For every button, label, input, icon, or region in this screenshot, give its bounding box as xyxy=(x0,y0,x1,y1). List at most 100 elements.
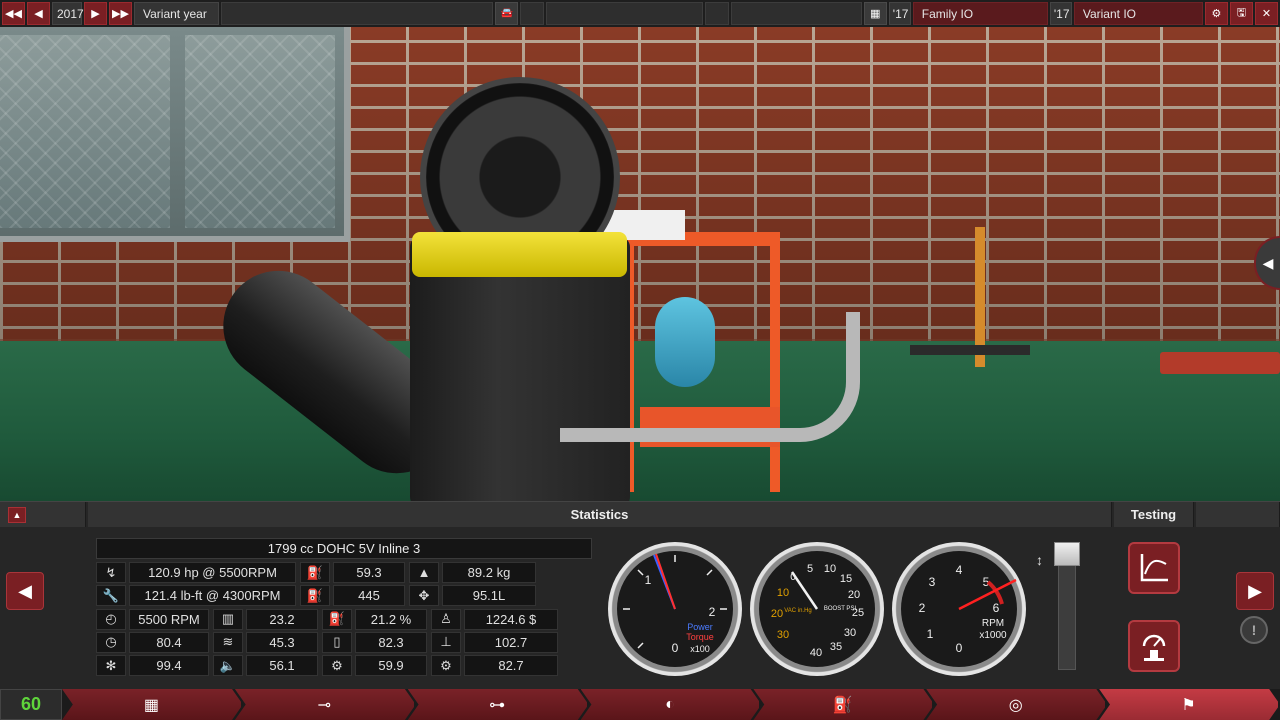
collapse-panel-button[interactable]: ▲ xyxy=(8,507,26,523)
radiator-icon: ▥ xyxy=(213,608,243,630)
engine-viewport[interactable] xyxy=(0,27,1280,501)
production-value: 102.7 xyxy=(464,631,558,653)
weight-value: 89.2 kg xyxy=(442,562,536,583)
rpm-tick: 1 xyxy=(927,627,934,641)
cost-icon: ♙ xyxy=(431,608,461,630)
engineering-value: 82.7 xyxy=(464,655,558,677)
red-cart xyxy=(1160,352,1280,374)
responsiveness-value: 80.4 xyxy=(129,631,209,653)
tab-aspiration[interactable]: ◐ xyxy=(580,689,762,720)
rpm-unit: x1000 xyxy=(979,630,1007,641)
vac-tick: 10 xyxy=(777,587,789,599)
car-icon-button[interactable]: 🚘 xyxy=(495,2,519,25)
valve-cover xyxy=(412,232,627,277)
tab-block[interactable]: ▦ xyxy=(62,689,243,720)
year-field[interactable]: 2017 xyxy=(52,2,84,25)
skip-forward-icon: ▶▶ xyxy=(112,8,129,20)
stat-row: ↯ 120.9 hp @ 5500RPM ⛽ 59.3 ▲ 89.2 kg xyxy=(96,562,592,583)
gear-icon: ⚙ xyxy=(1211,8,1222,20)
cost-value: 1224.6 $ xyxy=(464,608,558,630)
window-pane xyxy=(185,35,335,228)
gauge-stand-icon xyxy=(1142,634,1166,661)
stat-row: ◷ 80.4 ≋ 45.3 ▯ 82.3 ⊥ 102.7 xyxy=(96,631,592,653)
unit-label: x100 xyxy=(690,644,710,654)
boost-tick: 10 xyxy=(824,563,836,575)
anvil-icon: ⊥ xyxy=(431,631,461,653)
emissions-icon: ≋ xyxy=(213,631,243,653)
variant-name-field[interactable]: Variant IO xyxy=(1073,2,1203,25)
car-icon: 🚘 xyxy=(500,8,514,19)
power-label: Power xyxy=(687,622,713,632)
prev-year-button[interactable]: ◀ xyxy=(27,2,50,25)
engine-icon: ▦ xyxy=(870,8,881,20)
chevron-up-icon: ▲ xyxy=(12,510,22,520)
vac-tick: 30 xyxy=(777,629,789,641)
gears-icon: ⚙ xyxy=(431,655,461,677)
torque-value: 121.4 lb-ft @ 4300RPM xyxy=(129,585,296,607)
family-year: '17 xyxy=(888,2,911,25)
settings-button[interactable]: ⚙ xyxy=(1204,2,1228,25)
right-header xyxy=(1196,502,1280,527)
save-button[interactable]: 🖫 xyxy=(1229,2,1253,25)
emissions-value: 45.3 xyxy=(246,631,318,653)
rpm-tick: 2 xyxy=(919,601,926,615)
empty-slot xyxy=(520,2,545,25)
tick-label: 0 xyxy=(672,641,679,655)
tab-fuel[interactable]: ⛽ xyxy=(753,689,935,720)
variant-year-short: '17 xyxy=(1049,2,1072,25)
rpm-tick: 4 xyxy=(956,563,963,577)
resize-cursor-icon: ↕ xyxy=(1036,552,1043,568)
power-icon: ↯ xyxy=(96,562,126,583)
empty-field xyxy=(546,2,703,25)
chevron-left-icon: ◀ xyxy=(1262,254,1274,271)
boost-tick: 30 xyxy=(844,627,856,639)
game-screen: ◀ ◀◀ ◀ 2017 ▶ ▶▶ Variant year 🚘 ▦ '17 Fa… xyxy=(0,0,1280,720)
reliability-value: 99.4 xyxy=(129,655,209,677)
rpm-label: RPM xyxy=(982,618,1004,629)
next-year-button[interactable]: ▶ xyxy=(84,2,107,25)
prev-section-button[interactable]: ◀ xyxy=(6,572,44,610)
cooling-value: 23.2 xyxy=(246,608,318,630)
first-year-button[interactable]: ◀◀ xyxy=(2,2,25,25)
close-button[interactable]: ✕ xyxy=(1254,2,1278,25)
dyno-test-button[interactable] xyxy=(1128,620,1180,672)
tab-testing[interactable]: ⚑ xyxy=(1099,689,1280,720)
rpm-icon: ◴ xyxy=(96,608,126,630)
chevron-right-icon: ▶ xyxy=(1248,580,1262,601)
last-year-button[interactable]: ▶▶ xyxy=(109,2,132,25)
graph-icon xyxy=(1140,554,1168,582)
tab-top-end[interactable]: ⊶ xyxy=(407,689,589,720)
fps-value: 60 xyxy=(20,694,42,714)
camshaft-icon: ⊶ xyxy=(489,696,506,714)
tick-label: 1 xyxy=(645,573,652,587)
boost-label: BOOST PSI xyxy=(824,606,857,612)
skip-back-icon: ◀◀ xyxy=(5,8,22,20)
engine-list-button[interactable]: ▦ xyxy=(863,2,887,25)
weight-icon: ▲ xyxy=(409,562,439,583)
vac-label: VAC in.Hg xyxy=(784,608,812,614)
close-icon: ✕ xyxy=(1261,8,1272,20)
boost-vacuum-gauge: 10 20 30 VAC in.Hg 0 5 10 15 20 25 30 35… xyxy=(750,542,884,676)
power-torque-gauge: 0 1 2 Power Torque x100 xyxy=(608,542,742,676)
noise-value: 56.1 xyxy=(246,655,318,677)
snowflake-icon: ✻ xyxy=(96,655,126,677)
rpm-gauge: 0 1 2 3 4 5 6 RPM x1000 xyxy=(892,542,1026,676)
next-section-button[interactable]: ▶ xyxy=(1236,572,1274,610)
family-name-field[interactable]: Family IO xyxy=(912,2,1048,25)
info-icon[interactable]: ! xyxy=(1240,616,1268,644)
tab-bottom-end[interactable]: ⊸ xyxy=(234,689,416,720)
top-bar: ◀◀ ◀ 2017 ▶ ▶▶ Variant year 🚘 ▦ '17 Fami… xyxy=(0,0,1280,27)
tab-exhaust[interactable]: ◎ xyxy=(926,689,1108,720)
rpm-tick: 0 xyxy=(956,641,963,655)
size-icon: ✥ xyxy=(409,585,439,607)
save-icon: 🖫 xyxy=(1236,7,1247,19)
torque-icon: 🔧 xyxy=(96,585,126,607)
statistics-header: Statistics xyxy=(88,502,1112,527)
statistics-grid: 1799 cc DOHC 5V Inline 3 ↯ 120.9 hp @ 55… xyxy=(96,538,592,678)
empty-field xyxy=(221,2,494,25)
engine-hoist-base xyxy=(910,345,1030,355)
boost-tick: 35 xyxy=(830,641,842,653)
rpm-tick: 3 xyxy=(929,575,936,589)
throttle-slider-knob[interactable] xyxy=(1054,542,1080,566)
dyno-graph-button[interactable] xyxy=(1128,542,1180,594)
